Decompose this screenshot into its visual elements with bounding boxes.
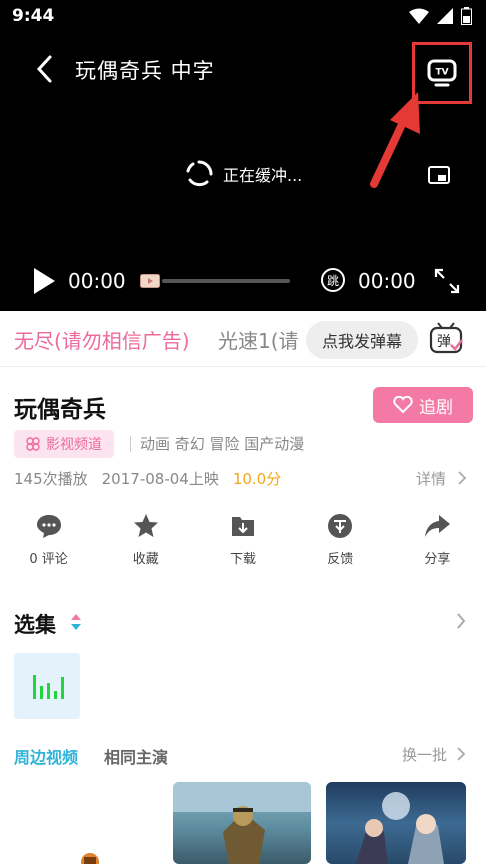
release-date: 2017-08-04上映 [101,470,219,488]
related-thumbnails [0,782,486,864]
related-video-thumb[interactable] [20,782,158,864]
episode-item[interactable] [14,653,80,719]
detail-label: 详情 [416,470,447,488]
genre-text: 动画 奇幻 冒险 国产动漫 [140,435,305,453]
playing-bars-icon [33,675,64,699]
thumbnail-image [173,782,311,864]
refresh-button[interactable]: 换一批 [402,744,466,765]
cellular-icon [437,8,453,24]
detail-link[interactable]: 详情 [416,468,467,489]
battery-icon [461,7,472,25]
progress-bar[interactable] [162,279,290,283]
download-button[interactable]: 下载 [194,512,291,572]
buffering-indicator: 正在缓冲... [185,160,302,188]
feedback-icon [328,514,353,538]
action-bar: 0 评论 收藏 下载 反馈 分享 [0,512,486,572]
related-video-thumb[interactable] [326,782,466,864]
channel-tag[interactable]: 影视频道 [14,430,114,458]
status-bar: 9:44 [0,0,486,34]
follow-label: 追剧 [419,397,453,418]
source-selector: 无尽(请勿相信广告) 光速1(请 点我发弹幕 弹 [0,311,486,367]
score: 10.0分 [232,470,282,488]
danmu-input-button[interactable]: 点我发弹幕 [306,321,418,359]
chevron-right-icon [457,747,466,761]
chevron-right-icon [458,471,467,485]
feedback-button[interactable]: 反馈 [292,512,389,572]
play-icon[interactable] [32,267,56,295]
status-time: 9:44 [12,6,55,26]
heart-icon [393,396,413,414]
favorite-label: 收藏 [132,552,159,567]
preview-thumbnail-icon [140,274,160,288]
tv-icon: TV [427,59,457,87]
tab-same-cast[interactable]: 相同主演 [104,744,168,768]
current-time: 00:00 [68,269,126,293]
episodes-more-icon[interactable] [455,612,467,630]
thumbnail-image [356,792,444,864]
video-title: 玩偶奇兵 [14,397,106,423]
status-icons [409,7,472,25]
buffering-text: 正在缓冲... [223,166,303,185]
player-controls: 00:00 跳 00:00 [0,260,486,304]
related-tabs: 周边视频 相同主演 [14,744,168,768]
sort-icon[interactable] [70,612,82,632]
comment-icon [36,515,61,538]
fullscreen-icon[interactable] [434,268,460,294]
favorite-button[interactable]: 收藏 [97,512,194,572]
share-icon [425,515,451,537]
related-video-thumb[interactable] [173,782,311,864]
source-tab-active[interactable]: 无尽(请勿相信广告) [14,325,190,354]
meta-row: 145次播放 2017-08-04上映 10.0分 [14,468,281,489]
player-title: 玩偶奇兵 中字 [75,59,215,83]
video-player[interactable]: 9:44 玩偶奇兵 中字 TV 正在缓冲... 00:00 跳 00:00 [0,0,486,311]
loading-spinner-icon [186,160,213,187]
episodes-title: 选集 [14,613,56,637]
comment-label: 0 评论 [29,552,68,567]
genre-list: 动画 奇幻 冒险 国产动漫 [130,433,304,454]
annotation-arrow [370,92,420,188]
source-tab-other[interactable]: 光速1(请 [218,325,299,354]
play-count: 145次播放 [14,470,88,488]
comment-button[interactable]: 0 评论 [0,512,97,572]
total-time: 00:00 [358,269,416,293]
channel-tag-label: 影视频道 [46,437,102,453]
back-icon[interactable] [30,52,60,86]
follow-button[interactable]: 追剧 [373,387,473,423]
download-label: 下载 [230,552,257,567]
download-icon [232,517,254,536]
pip-icon[interactable] [428,166,450,184]
skip-intro-button[interactable]: 跳 [321,268,345,292]
share-button[interactable]: 分享 [389,512,486,572]
share-label: 分享 [424,552,451,567]
wifi-icon [409,8,429,24]
tab-related-videos[interactable]: 周边视频 [14,744,78,768]
channel-icon [26,437,40,451]
danmu-icon-glyph: 弹 [437,334,451,350]
danmu-toggle-icon[interactable]: 弹 [428,321,464,357]
refresh-label: 换一批 [402,746,448,764]
svg-text:TV: TV [435,68,448,78]
thumbnail-image [81,853,99,864]
star-icon [133,514,158,537]
feedback-label: 反馈 [327,552,354,567]
